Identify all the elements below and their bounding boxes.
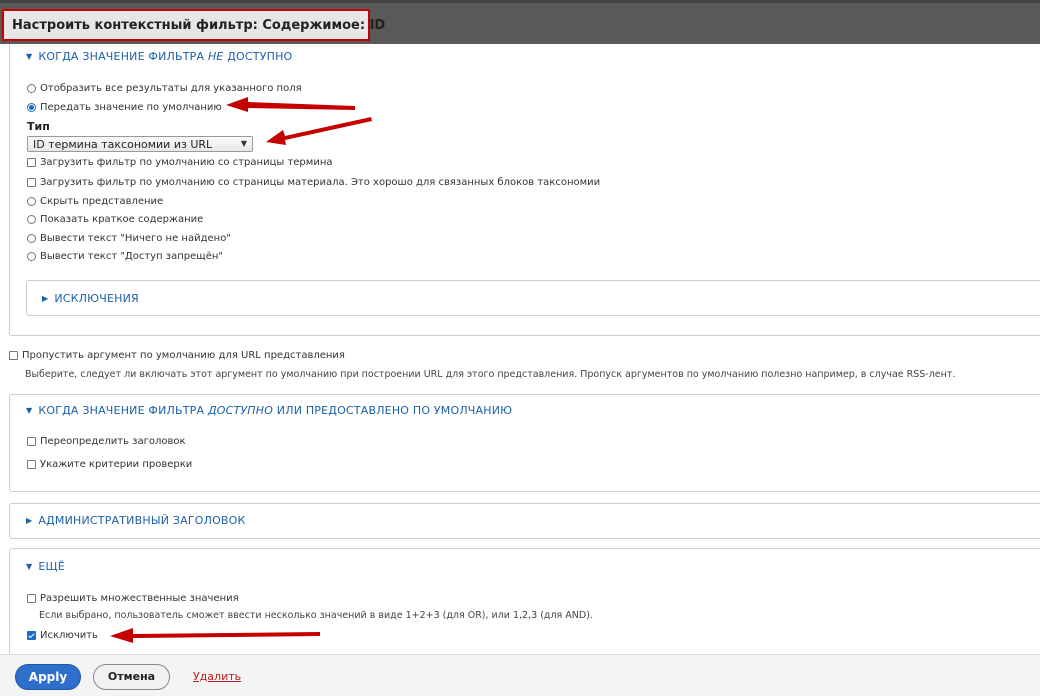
legend-admin-title[interactable]: ▶ АДМИНИСТРАТИВНЫЙ ЗАГОЛОВОК	[26, 514, 246, 527]
type-select[interactable]: ID термина таксономии из URL ▼	[27, 136, 253, 152]
radio-access-denied-input[interactable]	[27, 252, 36, 261]
legend-filter-available[interactable]: ▼ КОГДА ЗНАЧЕНИЕ ФИЛЬТРА ДОСТУПНО ИЛИ ПРЕ…	[26, 404, 512, 417]
dialog-content[interactable]: ▼ КОГДА ЗНАЧЕНИЕ ФИЛЬТРА НЕ ДОСТУПНО Отоб…	[0, 44, 1040, 654]
dialog-title: Настроить контекстный фильтр: Содержимое…	[12, 18, 386, 33]
dropdown-arrow-icon: ▼	[240, 139, 247, 148]
check-exclude[interactable]: Исключить	[27, 630, 98, 641]
radio-summary-input[interactable]	[27, 215, 36, 224]
radio-not-found-input[interactable]	[27, 234, 36, 243]
check-validation-input[interactable]	[27, 460, 36, 469]
check-exclude-input[interactable]	[27, 631, 36, 640]
apply-button[interactable]: Apply	[15, 664, 81, 690]
multiple-description: Если выбрано, пользователь сможет ввести…	[39, 610, 593, 621]
dialog-footer: Apply Отмена Удалить	[0, 654, 1040, 696]
legend-exceptions[interactable]: ▶ ИСКЛЮЧЕНИЯ	[42, 292, 139, 305]
check-node-page[interactable]: Загрузить фильтр по умолчанию со страниц…	[27, 177, 600, 188]
radio-default-value-input[interactable]	[27, 103, 36, 112]
check-override-title-input[interactable]	[27, 437, 36, 446]
radio-summary[interactable]: Показать краткое содержание	[27, 214, 203, 225]
legend-more[interactable]: ▼ ЕЩЁ	[26, 560, 65, 573]
dialog-titlebar: Настроить контекстный фильтр: Содержимое…	[0, 0, 1040, 44]
radio-hide-view-input[interactable]	[27, 197, 36, 206]
check-skip-default-input[interactable]	[9, 351, 18, 360]
check-node-page-input[interactable]	[27, 178, 36, 187]
radio-show-all-input[interactable]	[27, 84, 36, 93]
triangle-down-icon: ▼	[26, 52, 33, 61]
check-multiple-input[interactable]	[27, 594, 36, 603]
triangle-down-icon: ▼	[26, 562, 33, 571]
check-multiple[interactable]: Разрешить множественные значения	[27, 593, 239, 604]
check-override-title[interactable]: Переопределить заголовок	[27, 436, 186, 447]
legend-filter-unavailable[interactable]: ▼ КОГДА ЗНАЧЕНИЕ ФИЛЬТРА НЕ ДОСТУПНО	[26, 50, 292, 63]
check-term-page[interactable]: Загрузить фильтр по умолчанию со страниц…	[27, 157, 332, 168]
radio-not-found[interactable]: Вывести текст "Ничего не найдено"	[27, 233, 231, 244]
radio-default-value[interactable]: Передать значение по умолчанию	[27, 102, 222, 113]
cancel-button[interactable]: Отмена	[93, 664, 170, 690]
title-highlight-box: Настроить контекстный фильтр: Содержимое…	[2, 9, 385, 41]
triangle-down-icon: ▼	[26, 406, 33, 415]
triangle-right-icon: ▶	[26, 516, 33, 525]
radio-access-denied[interactable]: Вывести текст "Доступ запрещён"	[27, 251, 223, 262]
fieldset-exceptions	[26, 280, 1040, 316]
skip-default-description: Выберите, следует ли включать этот аргум…	[25, 369, 956, 380]
delete-link[interactable]: Удалить	[193, 670, 241, 683]
check-skip-default[interactable]: Пропустить аргумент по умолчанию для URL…	[9, 350, 345, 361]
type-label: Тип	[27, 120, 50, 133]
check-validation[interactable]: Укажите критерии проверки	[27, 459, 192, 470]
radio-show-all[interactable]: Отобразить все результаты для указанного…	[27, 83, 302, 94]
radio-hide-view[interactable]: Скрыть представление	[27, 196, 163, 207]
triangle-right-icon: ▶	[42, 294, 49, 303]
check-term-page-input[interactable]	[27, 158, 36, 167]
